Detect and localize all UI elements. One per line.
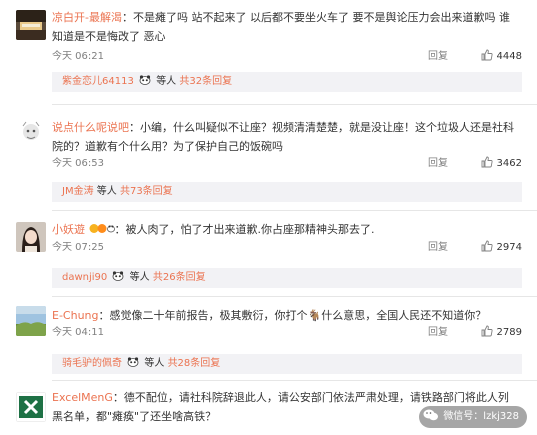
comment-text: E-Chung：感觉像二十年前报告，极其敷衍，你打个🐐什么意思，全国人民还不知道… [52, 306, 518, 325]
reply-suffix: 等人 [156, 76, 177, 87]
username[interactable]: 说点什么呢说吧 [52, 121, 129, 134]
thumbs-up-icon [481, 240, 493, 252]
reply-total[interactable]: 共32条回复 [179, 76, 232, 87]
badge-emoji-icon [89, 224, 115, 233]
reply-user[interactable]: 紫金恋儿64113 [62, 76, 134, 87]
like-button[interactable]: 3462 [481, 156, 522, 172]
reply-preview[interactable]: 骑毛驴的佩奇 等人 共28条回复 [52, 354, 522, 374]
thumbs-up-icon [481, 325, 493, 337]
reply-button[interactable]: 回复 [428, 49, 448, 65]
timestamp: 今天 06:21 [52, 51, 104, 62]
avatar[interactable] [16, 306, 46, 336]
comment-meta: 今天 07:25 回复 2974 [52, 240, 522, 256]
divider [52, 296, 537, 297]
avatar[interactable] [16, 222, 46, 252]
comment-meta: 今天 04:11 回复 2789 [52, 325, 522, 341]
divider [52, 104, 537, 105]
reply-total[interactable]: 共28条回复 [168, 358, 221, 369]
like-count: 2789 [496, 327, 522, 338]
panda-emoji-icon [127, 357, 139, 367]
watermark-text: 微信号：lzkj328 [443, 411, 519, 422]
divider [52, 380, 537, 381]
reply-button[interactable]: 回复 [428, 325, 448, 341]
reply-user[interactable]: JM金涛 [62, 186, 94, 197]
avatar[interactable] [16, 392, 46, 422]
comment-meta: 今天 06:53 回复 3462 [52, 156, 522, 172]
avatar[interactable] [16, 10, 46, 40]
like-count: 3462 [496, 158, 522, 169]
like-count: 2974 [496, 242, 522, 253]
reply-total[interactable]: 共73条回复 [120, 186, 173, 197]
reply-button[interactable]: 回复 [428, 240, 448, 256]
reply-button[interactable]: 回复 [428, 156, 448, 172]
timestamp: 今天 06:53 [52, 158, 104, 169]
panda-emoji-icon [139, 75, 151, 85]
reply-preview[interactable]: 紫金恋儿64113 等人 共32条回复 [52, 72, 522, 92]
reply-user[interactable]: 骑毛驴的佩奇 [62, 358, 122, 369]
like-button[interactable]: 2789 [481, 325, 522, 341]
username[interactable]: 小妖遊 [52, 223, 85, 236]
reply-suffix: 等人 [96, 186, 117, 197]
wechat-icon [423, 409, 439, 421]
username[interactable]: ExcelMenG [52, 391, 113, 404]
thumbs-up-icon [481, 49, 493, 61]
comment-text: 说点什么呢说吧：小编，什么叫疑似不让座？视频清清楚楚，就是没让座！这个垃圾人还是… [52, 118, 518, 156]
like-button[interactable]: 2974 [481, 240, 522, 256]
comment-body: ：感觉像二十年前报告，极其敷衍，你打个🐐什么意思，全国人民还不知道你？ [98, 309, 487, 322]
comment-body: ：被人肉了，怕了才出来道歉.你占座那精神头那去了. [114, 223, 375, 236]
username[interactable]: E-Chung [52, 309, 99, 322]
comment-text: 凉白开-最解渴：不是瘫了吗 站不起来了 以后都不要坐火车了 要不是舆论压力会出来… [52, 8, 518, 46]
divider [52, 210, 537, 211]
avatar[interactable] [16, 118, 46, 148]
reply-total[interactable]: 共26条回复 [153, 272, 206, 283]
comment-meta: 今天 06:21 回复 4448 [52, 49, 522, 65]
comment-text: 小妖遊 ：被人肉了，怕了才出来道歉.你占座那精神头那去了. [52, 220, 518, 239]
thumbs-up-icon [481, 156, 493, 168]
wechat-watermark: 微信号：lzkj328 [419, 406, 527, 428]
like-button[interactable]: 4448 [481, 49, 522, 65]
reply-user[interactable]: dawnji90 [62, 272, 107, 283]
reply-suffix: 等人 [129, 272, 150, 283]
panda-emoji-icon [113, 271, 124, 281]
reply-preview[interactable]: JM金涛 等人 共73条回复 [52, 182, 522, 202]
reply-preview[interactable]: dawnji90 等人 共26条回复 [52, 268, 522, 288]
like-count: 4448 [496, 51, 522, 62]
reply-suffix: 等人 [144, 358, 165, 369]
timestamp: 今天 07:25 [52, 242, 104, 253]
timestamp: 今天 04:11 [52, 327, 104, 338]
username[interactable]: 凉白开-最解渴 [52, 11, 122, 24]
